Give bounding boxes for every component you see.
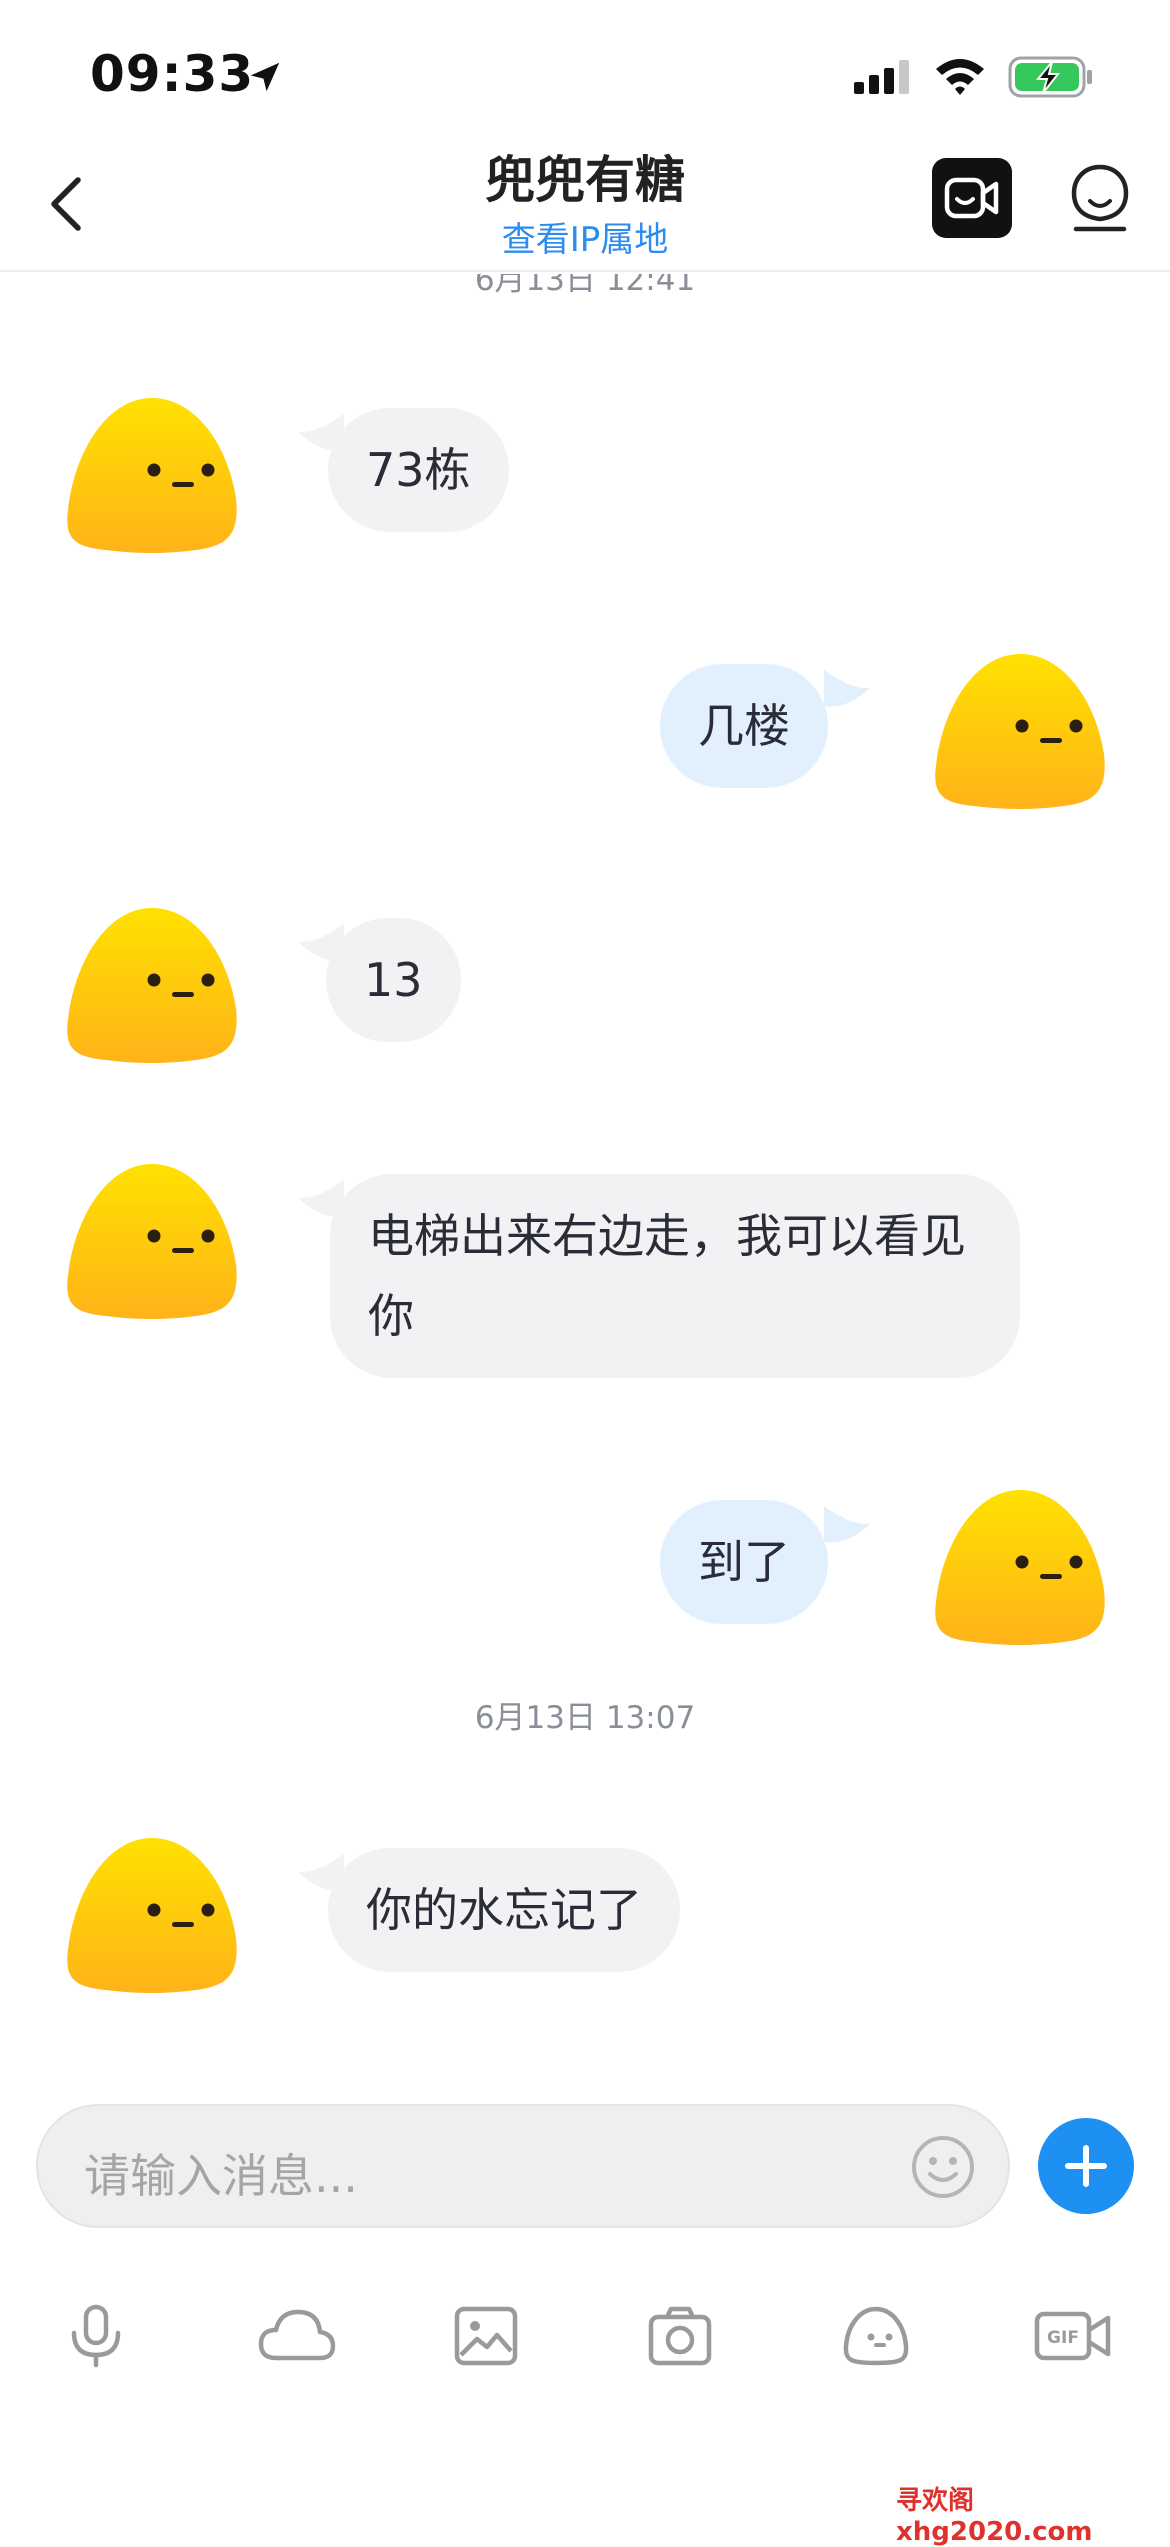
message-bubble[interactable]: 73栋 [328,408,509,532]
video-call-icon [944,177,999,219]
svg-text:GIF: GIF [1047,2328,1079,2348]
message-input-placeholder: 请输入消息... [84,2149,358,2203]
status-time: 09:33 [90,45,255,103]
image-icon [454,2306,518,2366]
avatar[interactable] [934,1486,1106,1646]
back-button[interactable] [36,166,96,242]
watermark: 寻欢阁 xhg2020.com [896,2486,1093,2547]
gif-button[interactable]: GIF [1028,2296,1118,2376]
timestamp: 6月13日 12:41 [474,274,696,298]
bubble-tail [824,1506,870,1543]
gif-icon: GIF [1034,2311,1111,2361]
add-button[interactable] [1038,2118,1134,2214]
camera-button[interactable] [640,2296,720,2376]
camera-icon [648,2306,712,2366]
avatar[interactable] [66,394,238,554]
message-bubble[interactable]: 13 [326,918,461,1042]
signal-icon [854,60,912,98]
cloud-icon [258,2309,336,2361]
message-bubble[interactable]: 你的水忘记了 [328,1848,680,1972]
chat-header: 兜兜有糖 查看IP属地 [0,140,1170,272]
status-bar: 09:33 [0,0,1170,140]
message-bubble[interactable]: 几楼 [660,664,828,788]
view-ip-location-link[interactable]: 查看IP属地 [335,212,835,261]
video-call-button[interactable] [932,158,1012,238]
message-input[interactable]: 请输入消息... [36,2104,1010,2228]
cloud-button[interactable] [252,2296,342,2376]
image-button[interactable] [446,2296,526,2376]
voice-button[interactable] [56,2296,136,2376]
sticker-button[interactable] [836,2296,916,2376]
wifi-icon [934,56,986,100]
profile-button[interactable] [1060,158,1140,238]
avatar[interactable] [66,904,238,1064]
plus-icon [1065,2145,1107,2187]
microphone-icon [71,2304,121,2368]
composer-toolbar: GIF [0,2296,1170,2376]
timestamp: 6月13日 13:07 [474,1700,696,1736]
message-list[interactable]: 6月13日 12:41 73栋 几楼 13 电梯出来右边走，我可以看见你 到了 … [0,274,1170,2074]
avatar[interactable] [934,650,1106,810]
avatar[interactable] [66,1834,238,1994]
message-bubble[interactable]: 电梯出来右边走，我可以看见你 [330,1174,1020,1378]
emoji-icon [912,2136,974,2198]
bubble-tail [824,670,870,707]
avatar[interactable] [66,1160,238,1320]
profile-icon [1071,164,1129,232]
chevron-left-icon [51,177,81,231]
location-arrow-icon [246,58,284,100]
chat-title: 兜兜有糖 [485,151,685,209]
message-bubble[interactable]: 到了 [660,1500,828,1624]
sticker-icon [843,2306,909,2366]
emoji-button[interactable] [910,2134,976,2200]
battery-charging-icon [1008,56,1094,102]
